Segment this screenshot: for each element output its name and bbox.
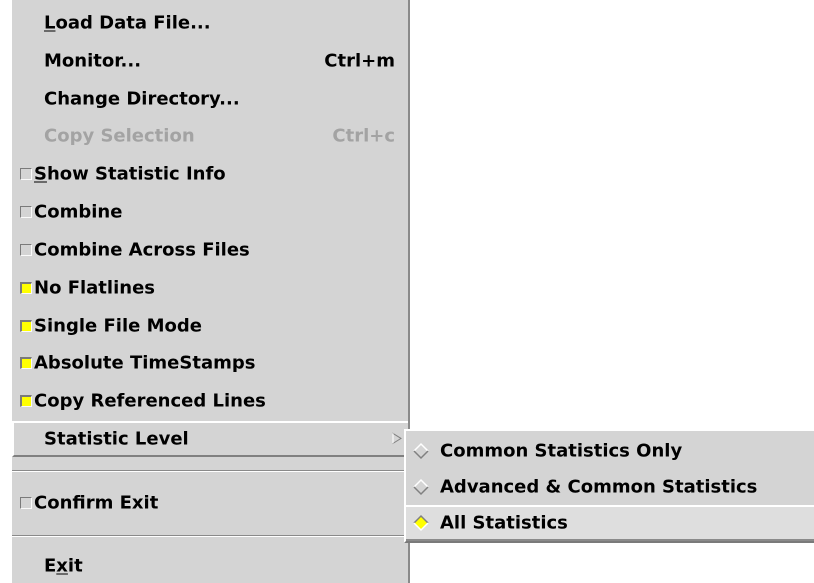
menu-separator [12,535,408,537]
checkbox-icon [20,497,32,509]
checkbox-icon [20,206,32,218]
radio-item-advanced-common-statistics[interactable]: Advanced & Common Statistics [406,469,814,505]
menu-separator [12,470,408,472]
menu-item-monitor[interactable]: Monitor... Ctrl+m [12,44,408,78]
menu-item-label: Exit [44,555,83,577]
menu-item-label: Absolute TimeStamps [34,352,256,374]
radio-item-common-statistics-only[interactable]: Common Statistics Only [406,433,814,469]
menu-item-no-flatlines[interactable]: No Flatlines [12,271,408,305]
menu-item-single-file-mode[interactable]: Single File Mode [12,309,408,343]
menu-item-show-statistic-info[interactable]: Show Statistic Info [12,157,408,191]
menu-item-label: Confirm Exit [34,492,159,514]
menu-item-absolute-timestamps[interactable]: Absolute TimeStamps [12,346,408,380]
checkbox-checked-icon [20,357,32,369]
menu-item-combine[interactable]: Combine [12,195,408,229]
menu-item-confirm-exit[interactable]: Confirm Exit [12,486,408,520]
radio-item-all-statistics[interactable]: All Statistics [406,505,814,541]
menu-item-exit[interactable]: Exit [12,549,408,583]
radio-diamond-selected-icon [413,514,429,532]
menu-item-label: Copy Selection [44,125,195,147]
menu-item-label: Single File Mode [34,315,202,337]
menu-item-label: Combine Across Files [34,239,250,261]
checkbox-icon [20,168,32,180]
menu-item-label: Statistic Level [44,428,189,450]
radio-item-label: Common Statistics Only [440,440,683,462]
radio-item-label: Advanced & Common Statistics [440,476,758,498]
radio-diamond-icon [413,442,429,460]
menu-item-label: Monitor... [44,50,142,72]
menu-item-change-directory[interactable]: Change Directory... [12,82,408,116]
shortcut-label: Ctrl+m [324,50,395,72]
menu-item-label: Show Statistic Info [34,163,226,185]
menu-item-statistic-level[interactable]: Statistic Level [12,421,408,457]
submenu-arrow-icon [392,432,402,445]
checkbox-checked-icon [20,282,32,294]
menu-item-label: Copy Referenced Lines [34,390,266,412]
menu-item-label: Combine [34,201,123,223]
radio-diamond-icon [413,478,429,496]
checkbox-checked-icon [20,395,32,407]
menu-item-copy-referenced-lines[interactable]: Copy Referenced Lines [12,384,408,418]
menu-item-label: Load Data File... [44,12,211,34]
menu-item-label: No Flatlines [34,277,155,299]
checkbox-icon [20,244,32,256]
radio-item-label: All Statistics [440,512,568,534]
statistic-level-submenu: Common Statistics Only Advanced & Common… [404,429,814,543]
menu-item-combine-across-files[interactable]: Combine Across Files [12,233,408,267]
checkbox-checked-icon [20,320,32,332]
menu-item-copy-selection: Copy Selection Ctrl+c [12,119,408,153]
menu-item-label: Change Directory... [44,88,240,110]
shortcut-label: Ctrl+c [332,125,395,147]
options-menu: Load Data File... Monitor... Ctrl+m Chan… [12,0,410,583]
menu-item-load-data-file[interactable]: Load Data File... [12,6,408,40]
